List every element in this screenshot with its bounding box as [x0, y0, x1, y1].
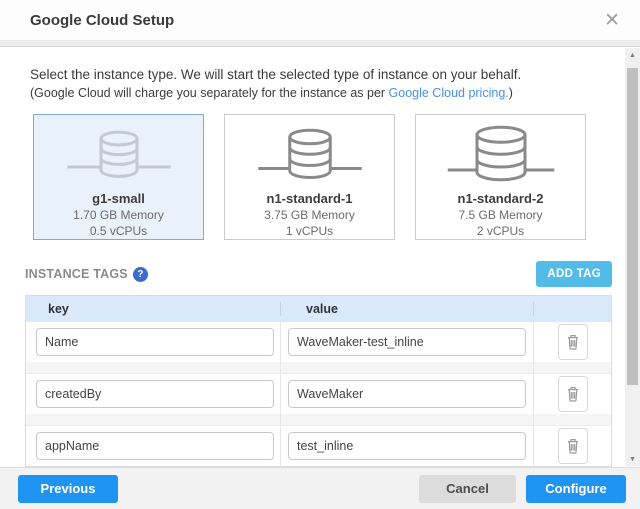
trash-icon — [565, 333, 581, 351]
table-row — [26, 374, 611, 414]
intro-text: Select the instance type. We will start … — [30, 67, 625, 100]
database-icon — [426, 125, 576, 188]
tag-key-input[interactable] — [36, 432, 274, 460]
dialog-title: Google Cloud Setup — [30, 12, 174, 29]
trash-icon — [565, 437, 581, 455]
trash-icon — [565, 385, 581, 403]
delete-tag-button[interactable] — [558, 324, 588, 360]
header-divider — [0, 40, 640, 47]
add-tag-button[interactable]: ADD TAG — [536, 261, 612, 287]
column-header-value: value — [281, 302, 534, 316]
row-separator — [26, 362, 611, 374]
instance-memory: 3.75 GB Memory — [264, 207, 355, 223]
instance-card-n1-standard-1[interactable]: n1-standard-1 3.75 GB Memory 1 vCPUs — [224, 114, 395, 240]
vertical-scrollbar[interactable]: ▲ ▼ — [625, 48, 640, 466]
instance-tags-label: INSTANCE TAGS — [25, 267, 128, 281]
table-row — [26, 322, 611, 362]
delete-tag-button[interactable] — [558, 376, 588, 412]
database-icon — [44, 125, 194, 188]
tag-key-input[interactable] — [36, 380, 274, 408]
google-cloud-pricing-link[interactable]: Google Cloud pricing. — [389, 86, 509, 100]
column-header-key: key — [26, 302, 281, 316]
help-icon[interactable]: ? — [133, 267, 148, 282]
instance-tags-table: key value — [25, 295, 612, 467]
instance-memory: 7.5 GB Memory — [458, 207, 542, 223]
row-separator — [26, 414, 611, 426]
tag-key-input[interactable] — [36, 328, 274, 356]
intro-line2-suffix: ) — [509, 86, 513, 100]
scroll-up-arrow-icon[interactable]: ▲ — [625, 48, 640, 62]
database-icon — [235, 125, 385, 188]
close-icon[interactable]: ✕ — [604, 11, 620, 30]
tag-value-input[interactable] — [288, 328, 526, 356]
scroll-down-arrow-icon[interactable]: ▼ — [625, 452, 640, 466]
intro-line1: Select the instance type. We will start … — [30, 67, 625, 82]
dialog-header: Google Cloud Setup ✕ — [0, 0, 640, 40]
previous-button[interactable]: Previous — [18, 475, 118, 503]
instance-tags-header: INSTANCE TAGS ? ADD TAG — [25, 261, 612, 287]
instance-vcpus: 2 vCPUs — [477, 223, 524, 239]
intro-line2-prefix: (Google Cloud will charge you separately… — [30, 86, 389, 100]
instance-name: n1-standard-2 — [458, 190, 544, 207]
cancel-button[interactable]: Cancel — [419, 475, 516, 503]
scrollbar-thumb[interactable] — [627, 68, 638, 385]
instance-card-g1-small[interactable]: g1-small 1.70 GB Memory 0.5 vCPUs — [33, 114, 204, 240]
instance-vcpus: 0.5 vCPUs — [90, 223, 147, 239]
intro-line2: (Google Cloud will charge you separately… — [30, 86, 625, 100]
tag-value-input[interactable] — [288, 380, 526, 408]
instance-card-n1-standard-2[interactable]: n1-standard-2 7.5 GB Memory 2 vCPUs — [415, 114, 586, 240]
delete-tag-button[interactable] — [558, 428, 588, 464]
configure-button[interactable]: Configure — [526, 475, 626, 503]
table-row — [26, 426, 611, 466]
table-header-row: key value — [26, 296, 611, 322]
instance-name: n1-standard-1 — [267, 190, 353, 207]
instance-type-list: g1-small 1.70 GB Memory 0.5 vCPUs n1-sta… — [33, 114, 625, 240]
dialog-body: Select the instance type. We will start … — [0, 48, 625, 467]
tag-value-input[interactable] — [288, 432, 526, 460]
instance-memory: 1.70 GB Memory — [73, 207, 164, 223]
instance-vcpus: 1 vCPUs — [286, 223, 333, 239]
dialog-footer: Previous Cancel Configure — [0, 467, 640, 509]
google-cloud-setup-dialog: Google Cloud Setup ✕ Select the instance… — [0, 0, 640, 509]
instance-name: g1-small — [92, 190, 145, 207]
